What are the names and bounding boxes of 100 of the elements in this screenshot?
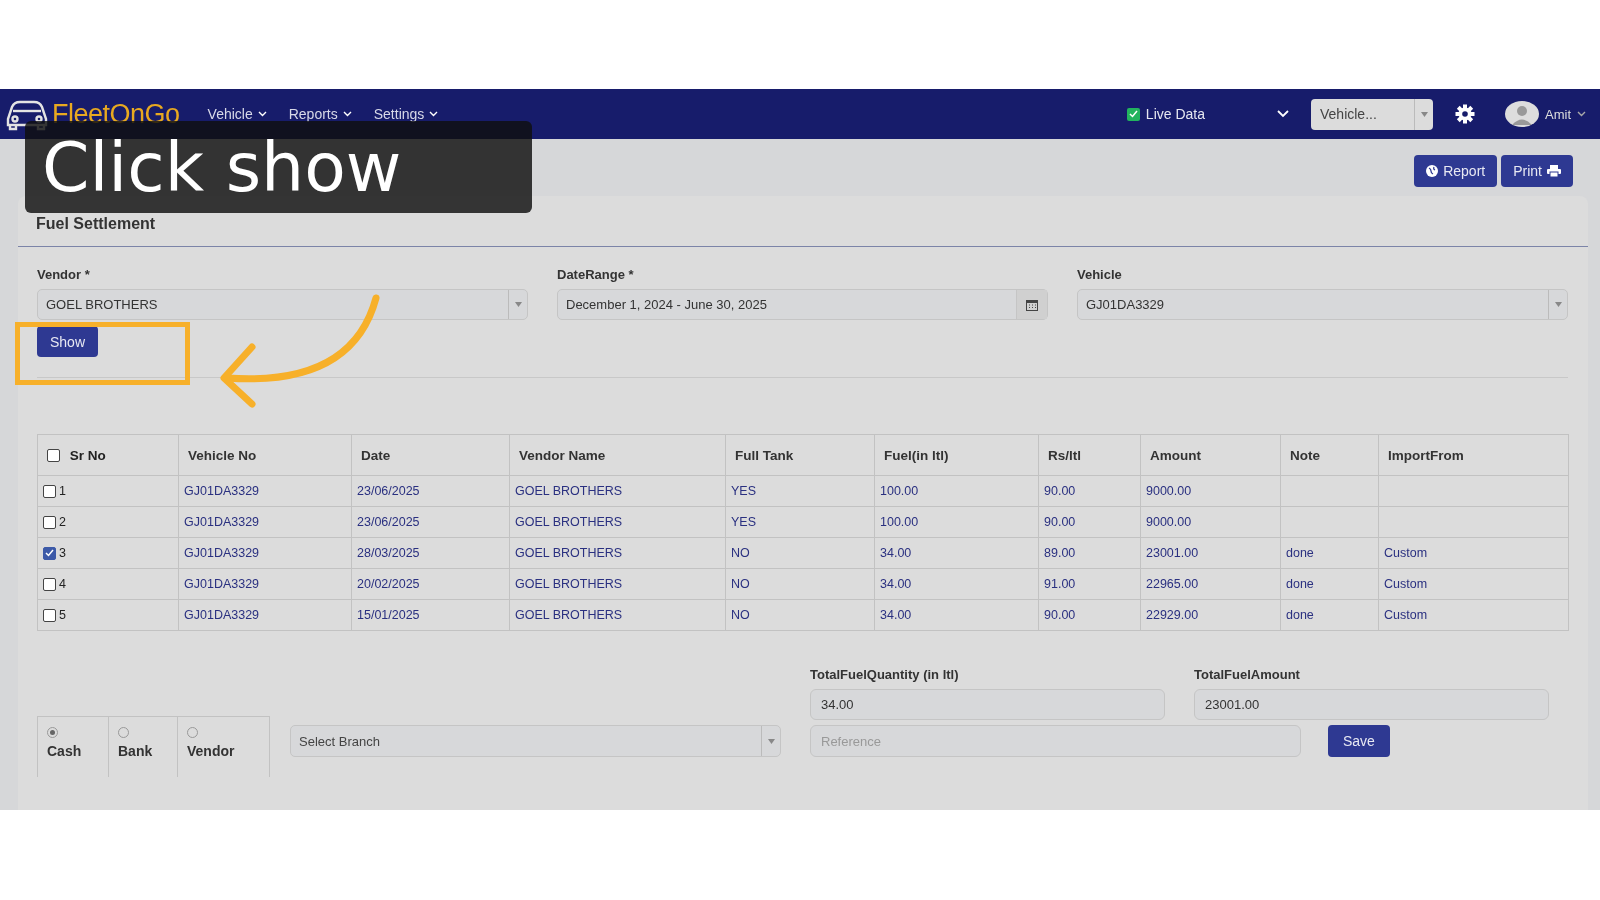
payment-mode-option[interactable]: Cash [38, 717, 109, 777]
settings-icon[interactable] [1455, 104, 1475, 124]
table-cell: 15/01/2025 [357, 608, 420, 622]
save-button[interactable]: Save [1328, 725, 1390, 757]
table-cell: GJ01DA3329 [184, 515, 260, 529]
caret-icon [1420, 111, 1428, 117]
field-label: TotalFuelAmount [1194, 667, 1301, 682]
table-cell: GJ01DA3329 [184, 577, 260, 591]
show-button[interactable]: Show [37, 326, 99, 357]
table-cell: 9000.00 [1146, 515, 1192, 529]
table-cell: GOEL BROTHERS [515, 608, 623, 622]
row-checkbox[interactable] [43, 546, 56, 560]
reference-field[interactable]: Reference [810, 725, 1301, 757]
table-cell: GJ01DA3329 [184, 546, 260, 560]
payment-mode-option[interactable]: Vendor [178, 717, 269, 777]
avatar-icon[interactable] [1505, 101, 1539, 127]
table-cell: 89.00 [1044, 546, 1076, 560]
field-label: Vehicle [1077, 267, 1122, 282]
row-checkbox[interactable] [43, 577, 56, 591]
column-header: Date [361, 447, 391, 463]
field-label: Vendor * [37, 267, 90, 282]
table-cell: GJ01DA3329 [184, 608, 260, 622]
table-cell: 34.00 [880, 577, 912, 591]
table-cell: 9000.00 [1146, 484, 1192, 498]
row-checkbox[interactable] [43, 515, 56, 529]
table-cell: done [1286, 608, 1314, 622]
table-cell: 28/03/2025 [357, 546, 420, 560]
row-checkbox[interactable] [43, 608, 56, 622]
report-button[interactable]: Report [1414, 155, 1498, 187]
table-cell: YES [731, 484, 756, 498]
row-number: 2 [59, 515, 66, 529]
live-data-label: Live Data [1145, 106, 1205, 122]
table-cell: 100.00 [880, 515, 919, 529]
table-cell: 100.00 [880, 484, 919, 498]
chevron-down-icon [1577, 111, 1586, 117]
table-cell: Custom [1384, 608, 1428, 622]
table-cell: GOEL BROTHERS [515, 577, 623, 591]
table-cell: Custom [1384, 546, 1428, 560]
table-cell: GOEL BROTHERS [515, 515, 623, 529]
row-number: 4 [59, 577, 66, 591]
payment-mode-option[interactable]: Bank [109, 717, 178, 777]
chevron-down-icon [257, 111, 267, 117]
table-cell: 20/02/2025 [357, 577, 420, 591]
instruction-tooltip: Click show [25, 121, 532, 213]
caret-icon [1554, 302, 1562, 307]
column-header: ImportFrom [1388, 447, 1464, 463]
calendar-icon [1026, 298, 1038, 311]
chevron-down-icon [342, 111, 352, 117]
caret-icon [767, 738, 775, 744]
total-amount-field[interactable]: 23001.00 [1194, 689, 1549, 720]
caret-icon [514, 302, 522, 307]
select-field[interactable]: GJ01DA3329 [1077, 289, 1568, 320]
row-number: 5 [59, 608, 66, 622]
column-header: Vendor Name [519, 447, 606, 463]
column-header: Fuel(in ltl) [884, 447, 949, 463]
table-cell: 90.00 [1044, 608, 1076, 622]
select-field[interactable]: GOEL BROTHERS [37, 289, 528, 320]
total-quantity-field[interactable]: 34.00 [810, 689, 1165, 720]
live-data-checkbox[interactable] [1126, 107, 1140, 121]
table-cell: GOEL BROTHERS [515, 546, 623, 560]
column-header: Vehicle No [188, 447, 257, 463]
column-header: Full Tank [735, 447, 794, 463]
table-cell: 34.00 [880, 546, 912, 560]
row-number: 1 [59, 484, 66, 498]
user-name[interactable]: Amit [1545, 106, 1571, 122]
table-cell: 23001.00 [1146, 546, 1199, 560]
table-cell: 22929.00 [1146, 608, 1199, 622]
table-cell: GOEL BROTHERS [515, 484, 623, 498]
table-cell: NO [731, 577, 750, 591]
table-cell: Custom [1384, 577, 1428, 591]
table-cell: 91.00 [1044, 577, 1076, 591]
row-checkbox[interactable] [43, 484, 56, 498]
table-cell: NO [731, 608, 750, 622]
table-cell: 34.00 [880, 608, 912, 622]
field-label: TotalFuelQuantity (in ltl) [810, 667, 960, 682]
table-cell: 90.00 [1044, 484, 1076, 498]
chevron-down-icon [429, 111, 439, 117]
table-cell: 23/06/2025 [357, 515, 420, 529]
column-header: Amount [1150, 447, 1201, 463]
table-cell: 22965.00 [1146, 577, 1199, 591]
table-cell: done [1286, 546, 1314, 560]
table-cell: done [1286, 577, 1314, 591]
table-cell: GJ01DA3329 [184, 484, 260, 498]
vehicle-select[interactable]: Vehicle... [1311, 98, 1433, 130]
column-header: Note [1290, 447, 1320, 463]
table-cell: YES [731, 515, 756, 529]
print-button[interactable]: Print [1501, 155, 1573, 187]
card-title: Fuel Settlement [36, 215, 156, 232]
row-number: 3 [59, 546, 66, 560]
table-cell: 90.00 [1044, 515, 1076, 529]
field-label: DateRange * [557, 267, 634, 282]
chevron-down-icon[interactable] [1277, 110, 1289, 118]
table-cell: 23/06/2025 [357, 484, 420, 498]
printer-icon [1547, 165, 1561, 177]
branch-select[interactable]: Select Branch [290, 725, 781, 757]
table-cell: NO [731, 546, 750, 560]
column-header: Sr No [69, 447, 106, 463]
select-all-checkbox[interactable] [47, 448, 60, 462]
column-header: Rs/ltl [1048, 447, 1081, 463]
date-range-field[interactable]: December 1, 2024 - June 30, 2025 [557, 289, 1048, 320]
